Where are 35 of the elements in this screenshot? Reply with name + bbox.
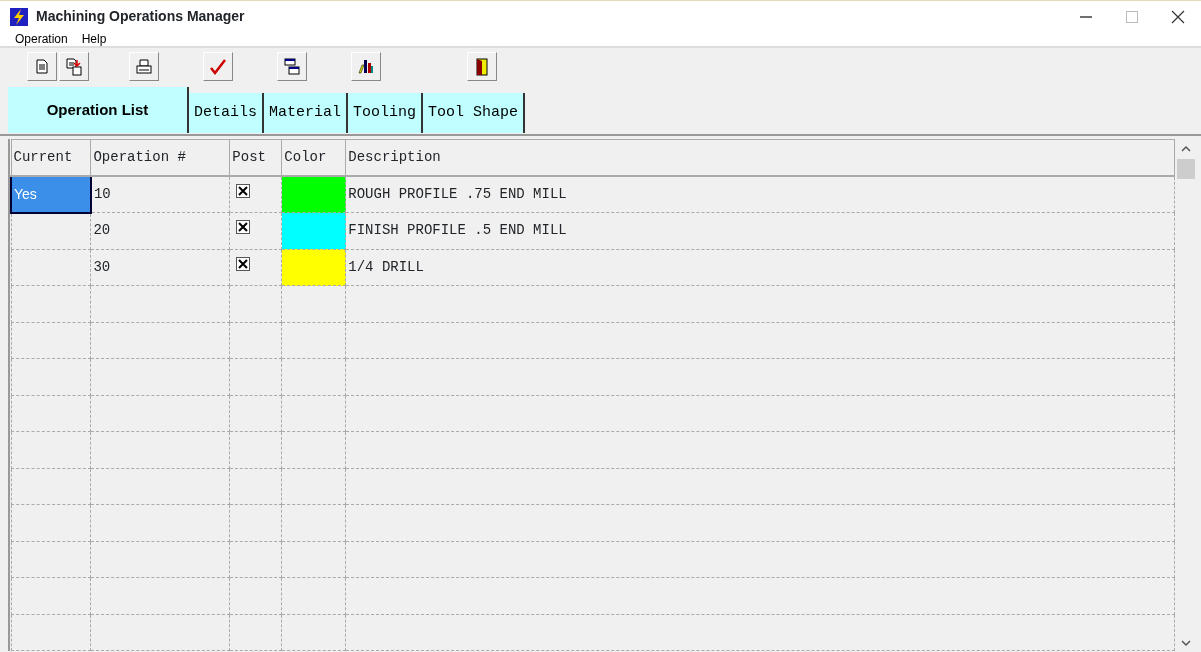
checkbox[interactable]	[236, 256, 251, 271]
printer-icon	[134, 56, 154, 77]
windows-icon	[282, 56, 302, 77]
table-cell: 30	[90, 249, 230, 286]
tab[interactable]: Tooling	[348, 93, 424, 133]
checkbox[interactable]	[236, 220, 251, 235]
table-cell: ROUGH PROFILE .75 END MILL	[345, 176, 1175, 213]
table-cell: FINISH PROFILE .5 END MILL	[345, 212, 1175, 249]
scroll-down-icon[interactable]	[1181, 639, 1191, 647]
document-save-icon	[64, 56, 84, 77]
checkbox[interactable]	[236, 184, 251, 198]
scroll-thumb[interactable]	[1177, 159, 1195, 179]
tab[interactable]: Material	[264, 93, 349, 133]
tab[interactable]: Details	[189, 93, 264, 133]
column-header: Post	[229, 139, 282, 176]
maximize-icon	[1124, 8, 1140, 25]
close-icon	[1170, 8, 1186, 25]
table-cell: 20	[90, 212, 230, 249]
toolbar-button[interactable]	[351, 52, 381, 81]
column-header: Operation #	[90, 139, 230, 176]
table-cell[interactable]	[11, 249, 91, 286]
table-cell: 10	[90, 176, 230, 213]
table-cell: 1/4 DRILL	[345, 249, 1175, 286]
scroll-up-icon[interactable]	[1181, 145, 1191, 153]
toolbar-button[interactable]	[467, 52, 497, 81]
app-icon	[10, 7, 28, 26]
table-cell[interactable]	[11, 212, 91, 249]
column-header: Description	[345, 139, 1175, 176]
tab[interactable]: Operation List	[8, 87, 189, 133]
minimize-icon	[1080, 15, 1092, 18]
toolbar-button[interactable]	[277, 52, 307, 81]
window-title: Machining Operations Manager	[36, 7, 245, 26]
menu-item[interactable]: Operation	[15, 32, 68, 46]
tab[interactable]: Tool Shape	[423, 93, 526, 133]
menu-item[interactable]: Help	[81, 32, 107, 46]
